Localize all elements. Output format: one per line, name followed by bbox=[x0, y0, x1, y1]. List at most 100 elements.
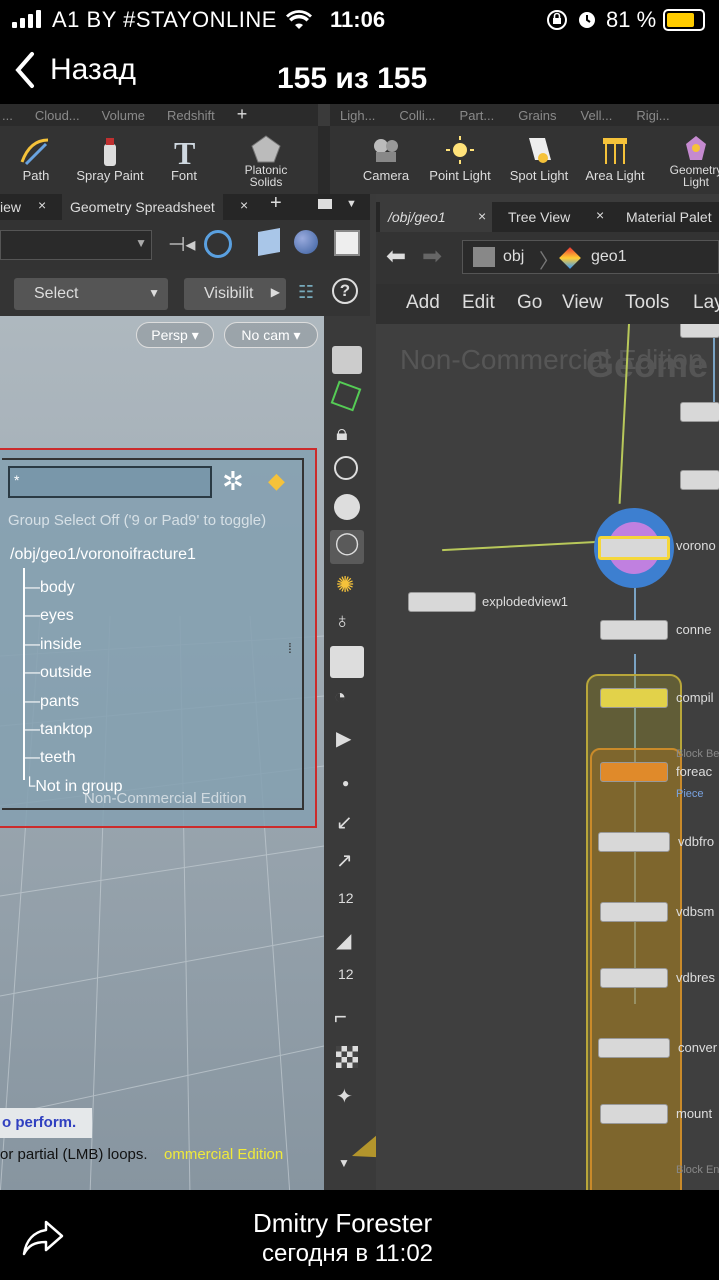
node-voronoifracture[interactable] bbox=[598, 536, 670, 560]
add-tab-icon[interactable]: + bbox=[270, 192, 282, 215]
headlight-icon[interactable]: ♁ bbox=[334, 608, 351, 634]
close-icon[interactable]: × bbox=[38, 197, 46, 213]
display-options-icon[interactable]: ☷ bbox=[298, 282, 314, 303]
node-connectivity[interactable] bbox=[600, 620, 668, 640]
tab-obj-geo1[interactable]: /obj/geo1 × bbox=[380, 202, 492, 232]
tool-spray-paint[interactable]: Spray Paint bbox=[74, 134, 146, 183]
tool-area-light[interactable]: Area Light bbox=[579, 134, 651, 183]
node[interactable] bbox=[680, 470, 719, 490]
shelf-tab[interactable]: Volume bbox=[102, 108, 145, 126]
bulb-icon[interactable]: ✺ bbox=[336, 572, 354, 598]
network-editor[interactable]: Non-Commercial Edition Geome vorono expl… bbox=[376, 324, 719, 1190]
group-item[interactable]: —tanktop bbox=[24, 716, 123, 744]
share-icon[interactable] bbox=[20, 1218, 66, 1258]
shelf-tab[interactable]: Part... bbox=[460, 108, 495, 126]
ghost-icon[interactable] bbox=[334, 494, 360, 520]
menu-add[interactable]: Add bbox=[406, 292, 440, 314]
shelf-tab[interactable]: Ligh... bbox=[340, 108, 375, 126]
path-geo[interactable]: geo1 bbox=[591, 248, 627, 266]
menu-edit[interactable]: Edit bbox=[462, 292, 495, 314]
shelf-tab[interactable]: ... bbox=[2, 108, 13, 126]
viewer-dropdown[interactable]: ▼ bbox=[0, 230, 152, 260]
tool-path[interactable]: Path bbox=[0, 134, 72, 183]
node-foreach-begin[interactable] bbox=[600, 762, 668, 782]
tool-point-light[interactable]: Point Light bbox=[424, 134, 496, 183]
resize-grip[interactable]: ⁞ bbox=[288, 640, 292, 656]
uv-icon[interactable] bbox=[330, 380, 362, 412]
tool-spot-light[interactable]: Spot Light bbox=[503, 134, 575, 183]
geometry-icon[interactable] bbox=[258, 228, 280, 256]
prim-normal-icon[interactable]: ◢ bbox=[336, 928, 351, 953]
node[interactable] bbox=[680, 324, 719, 338]
node-explodedview[interactable] bbox=[408, 592, 476, 612]
tool-platonic-solids[interactable]: Platonic Solids bbox=[230, 134, 302, 188]
node-compile-begin[interactable] bbox=[600, 688, 668, 708]
shelf-tab[interactable]: Rigi... bbox=[636, 108, 669, 126]
menu-tools[interactable]: Tools bbox=[625, 292, 669, 314]
record-icon[interactable]: ▶ bbox=[336, 726, 351, 751]
tab-material-palette[interactable]: Material Palet bbox=[626, 209, 712, 225]
group-color-icon[interactable]: ◆ bbox=[268, 468, 285, 494]
vector-icon[interactable]: ↗ bbox=[336, 848, 353, 873]
shelf-tab[interactable]: Redshift bbox=[167, 108, 215, 126]
shading-mode-icon[interactable] bbox=[330, 646, 364, 678]
point-number-icon[interactable]: 12 bbox=[338, 890, 354, 906]
node[interactable] bbox=[680, 402, 719, 422]
group-item[interactable]: —outside bbox=[24, 659, 123, 687]
tool-font[interactable]: T Font bbox=[148, 134, 220, 183]
group-item[interactable]: —body bbox=[24, 574, 123, 602]
normal-icon[interactable]: ↙ bbox=[336, 810, 353, 835]
display-options-icon[interactable] bbox=[332, 346, 362, 374]
shelf-tab[interactable]: Colli... bbox=[399, 108, 435, 126]
add-shelf-tab[interactable]: + bbox=[237, 104, 248, 126]
shelf-tab[interactable]: Vell... bbox=[581, 108, 613, 126]
node-label: vdbres bbox=[676, 970, 716, 985]
forward-arrow-icon[interactable]: ➡ bbox=[422, 242, 442, 271]
point-icon[interactable]: ● bbox=[342, 776, 349, 790]
gear-icon[interactable]: ✲ bbox=[222, 466, 244, 497]
light-icon[interactable]: ◯ bbox=[330, 530, 364, 564]
tab-tree-view[interactable]: Tree View bbox=[508, 209, 570, 225]
tool-geometry-light[interactable]: Geometry Light bbox=[660, 134, 719, 188]
persp-button[interactable]: Persp ▾ bbox=[136, 322, 214, 348]
node-vdbresample[interactable] bbox=[600, 968, 668, 988]
select-dropdown[interactable]: Select ▼ bbox=[14, 278, 168, 310]
menu-view[interactable]: View bbox=[562, 292, 603, 314]
target-icon[interactable] bbox=[204, 230, 232, 258]
help-icon[interactable]: ? bbox=[332, 278, 358, 304]
visibility-dropdown[interactable]: Visibilit ▶ bbox=[184, 278, 286, 310]
tab-geometry-spreadsheet[interactable]: Geometry Spreadsheet bbox=[62, 194, 223, 220]
chevron-down-icon[interactable]: ▼ bbox=[346, 198, 357, 210]
camera-icon[interactable]: ◔ bbox=[334, 686, 346, 709]
node-mountain[interactable] bbox=[600, 1104, 668, 1124]
path-field[interactable]: obj 〉 geo1 bbox=[462, 240, 719, 274]
shelf-tab[interactable]: Cloud... bbox=[35, 108, 80, 126]
pin-icon[interactable]: ⊣◂ bbox=[168, 232, 195, 257]
close-icon[interactable]: × bbox=[240, 197, 248, 213]
back-arrow-icon[interactable]: ⬅ bbox=[386, 242, 406, 271]
node-vdbfrompolygons[interactable] bbox=[598, 832, 670, 852]
shading-icon[interactable] bbox=[294, 230, 318, 254]
menu-layout[interactable]: Lay bbox=[693, 292, 719, 314]
prim-number-icon[interactable]: 12 bbox=[338, 966, 354, 982]
tab-scene-view[interactable]: iew bbox=[0, 199, 21, 215]
lock-icon[interactable]: 🔒︎ bbox=[336, 420, 348, 446]
close-icon[interactable]: × bbox=[596, 207, 604, 223]
background-icon[interactable] bbox=[334, 230, 360, 256]
maximize-icon[interactable] bbox=[318, 199, 332, 209]
node-vdbsmooth[interactable] bbox=[600, 902, 668, 922]
curve-icon[interactable]: ⌐ bbox=[334, 1004, 347, 1030]
path-obj[interactable]: obj bbox=[503, 248, 524, 266]
group-item[interactable]: —eyes bbox=[24, 602, 123, 630]
back-button[interactable]: Назад bbox=[14, 50, 136, 90]
camera-button[interactable]: No cam ▾ bbox=[224, 322, 318, 348]
tool-camera[interactable]: Camera bbox=[350, 134, 422, 183]
group-filter-input[interactable]: * bbox=[8, 466, 212, 498]
group-item[interactable]: —teeth bbox=[24, 744, 123, 772]
shelf-tab[interactable]: Grains bbox=[518, 108, 556, 126]
node-convertvdb[interactable] bbox=[598, 1038, 670, 1058]
snap-icon[interactable] bbox=[334, 456, 358, 480]
group-item[interactable]: —pants bbox=[24, 688, 123, 716]
menu-go[interactable]: Go bbox=[517, 292, 542, 314]
group-item[interactable]: —inside bbox=[24, 631, 123, 659]
